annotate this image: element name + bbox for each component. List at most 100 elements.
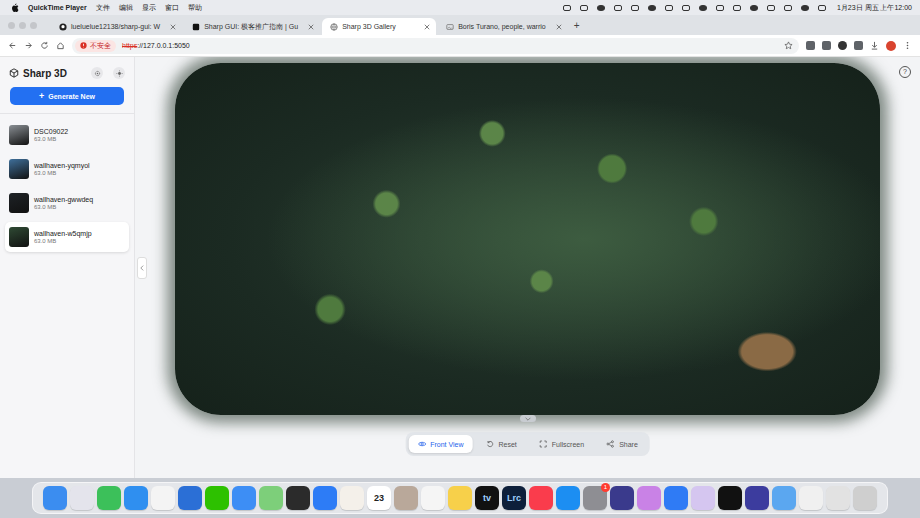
status-icon[interactable] bbox=[563, 5, 571, 11]
status-icon[interactable] bbox=[699, 5, 707, 11]
settings-button[interactable] bbox=[91, 67, 103, 79]
new-tab-button[interactable]: + bbox=[574, 20, 580, 31]
dock-app-icon[interactable]: tv bbox=[475, 486, 499, 510]
status-icon[interactable] bbox=[580, 5, 588, 11]
toolbar-toggle[interactable] bbox=[520, 415, 536, 422]
dock-app-icon[interactable] bbox=[205, 486, 229, 510]
dock-app-icon[interactable] bbox=[637, 486, 661, 510]
dock-app-icon[interactable] bbox=[313, 486, 337, 510]
dock-app-icon[interactable] bbox=[718, 486, 742, 510]
dock-app-icon[interactable] bbox=[178, 486, 202, 510]
dock-app-icon[interactable] bbox=[853, 486, 877, 510]
status-icon[interactable] bbox=[631, 5, 639, 11]
view-button[interactable]: Share bbox=[597, 435, 647, 453]
theme-button[interactable] bbox=[113, 67, 125, 79]
dock-app-icon[interactable]: 23 bbox=[367, 486, 391, 510]
apple-icon[interactable] bbox=[11, 3, 19, 12]
view-button[interactable]: Fullscreen bbox=[530, 435, 593, 453]
dock-app-icon[interactable]: Lrc bbox=[502, 486, 526, 510]
status-icon[interactable] bbox=[733, 5, 741, 11]
menu-item[interactable]: 帮助 bbox=[188, 3, 202, 13]
dock-app-icon[interactable] bbox=[826, 486, 850, 510]
help-button[interactable]: ? bbox=[899, 66, 911, 78]
forward-icon[interactable] bbox=[24, 41, 33, 50]
gallery-item[interactable]: wallhaven-w5qmjp63.0 MB bbox=[5, 222, 129, 252]
dock-app-icon[interactable]: 1 bbox=[583, 486, 607, 510]
dock-app-icon[interactable] bbox=[421, 486, 445, 510]
zoom-button[interactable] bbox=[30, 22, 37, 29]
status-icon[interactable] bbox=[750, 5, 758, 11]
status-icon[interactable] bbox=[665, 5, 673, 11]
profile-avatar[interactable] bbox=[886, 41, 896, 51]
gallery-item[interactable]: wallhaven-gwwdeq63.0 MB bbox=[5, 188, 129, 218]
browser-tab[interactable]: lueluelue12138/sharp-gui: W bbox=[51, 18, 182, 35]
dock-app-icon[interactable] bbox=[529, 486, 553, 510]
home-icon[interactable] bbox=[56, 41, 65, 50]
minimize-button[interactable] bbox=[19, 22, 26, 29]
status-icon[interactable] bbox=[716, 5, 724, 11]
extensions-puzzle-icon[interactable] bbox=[854, 41, 863, 50]
dock-app-icon[interactable] bbox=[70, 486, 94, 510]
dock-app-icon[interactable] bbox=[448, 486, 472, 510]
clock[interactable]: 1月23日 周五 上午12:00 bbox=[837, 3, 912, 13]
status-icon[interactable] bbox=[801, 5, 809, 11]
collapse-sidebar-button[interactable] bbox=[137, 257, 147, 279]
dock-app-icon[interactable] bbox=[151, 486, 175, 510]
view-button[interactable]: Reset bbox=[477, 435, 526, 453]
close-button[interactable] bbox=[8, 22, 15, 29]
tab-title: lueluelue12138/sharp-gui: W bbox=[71, 23, 160, 30]
3d-scene[interactable] bbox=[175, 63, 880, 415]
status-icon[interactable] bbox=[597, 5, 605, 11]
security-badge[interactable]: 不安全 bbox=[75, 40, 116, 52]
gallery-item[interactable]: wallhaven-yqmyol63.0 MB bbox=[5, 154, 129, 184]
reload-icon[interactable] bbox=[40, 41, 49, 50]
close-tab-icon[interactable] bbox=[424, 24, 430, 30]
close-tab-icon[interactable] bbox=[556, 24, 562, 30]
view-button[interactable]: Front View bbox=[408, 435, 472, 453]
menu-item[interactable]: 文件 bbox=[96, 3, 110, 13]
dock-app-icon[interactable] bbox=[124, 486, 148, 510]
dock-app-icon[interactable] bbox=[394, 486, 418, 510]
app-menu[interactable]: QuickTime Player bbox=[28, 4, 87, 11]
status-icon[interactable] bbox=[818, 5, 826, 11]
gallery-item[interactable]: DSC0902263.0 MB bbox=[5, 120, 129, 150]
dock-app-icon[interactable] bbox=[340, 486, 364, 510]
browser-tab[interactable]: Boris Turano, people, warrio bbox=[438, 18, 568, 35]
extension-icon[interactable] bbox=[806, 41, 815, 50]
browser-tab[interactable]: Sharp 3D Gallery bbox=[322, 18, 436, 35]
bookmark-star-icon[interactable] bbox=[784, 41, 793, 50]
address-bar[interactable]: 不安全https://127.0.0.1:5050 bbox=[72, 38, 799, 54]
close-tab-icon[interactable] bbox=[308, 24, 314, 30]
dock-app-icon[interactable] bbox=[43, 486, 67, 510]
generate-new-button[interactable]: +Generate New bbox=[10, 87, 124, 105]
dock-app-icon[interactable] bbox=[772, 486, 796, 510]
download-icon[interactable] bbox=[870, 41, 879, 50]
sidebar: Sharp 3D+Generate NewDSC0902263.0 MBwall… bbox=[0, 57, 135, 478]
back-icon[interactable] bbox=[8, 41, 17, 50]
menu-dots-icon[interactable] bbox=[903, 41, 912, 50]
extension-icon[interactable] bbox=[838, 41, 847, 50]
status-icon[interactable] bbox=[784, 5, 792, 11]
status-icon[interactable] bbox=[648, 5, 656, 11]
extension-icon[interactable] bbox=[822, 41, 831, 50]
menu-item[interactable]: 显示 bbox=[142, 3, 156, 13]
status-icon[interactable] bbox=[682, 5, 690, 11]
dock-app-icon[interactable] bbox=[97, 486, 121, 510]
dock-app-icon[interactable] bbox=[610, 486, 634, 510]
dock-app-icon[interactable] bbox=[259, 486, 283, 510]
menu-item[interactable]: 编辑 bbox=[119, 3, 133, 13]
status-icon[interactable] bbox=[767, 5, 775, 11]
status-icon[interactable] bbox=[614, 5, 622, 11]
dock-app-icon[interactable] bbox=[556, 486, 580, 510]
dock: 23 tvLrc 1 bbox=[32, 482, 888, 514]
browser-tab[interactable]: Sharp GUI: 极客推广指南 | Gu bbox=[184, 18, 320, 35]
tab-title: Sharp GUI: 极客推广指南 | Gu bbox=[204, 22, 298, 32]
dock-app-icon[interactable] bbox=[691, 486, 715, 510]
dock-app-icon[interactable] bbox=[232, 486, 256, 510]
dock-app-icon[interactable] bbox=[286, 486, 310, 510]
close-tab-icon[interactable] bbox=[170, 24, 176, 30]
dock-app-icon[interactable] bbox=[745, 486, 769, 510]
dock-app-icon[interactable] bbox=[799, 486, 823, 510]
menu-item[interactable]: 窗口 bbox=[165, 3, 179, 13]
dock-app-icon[interactable] bbox=[664, 486, 688, 510]
